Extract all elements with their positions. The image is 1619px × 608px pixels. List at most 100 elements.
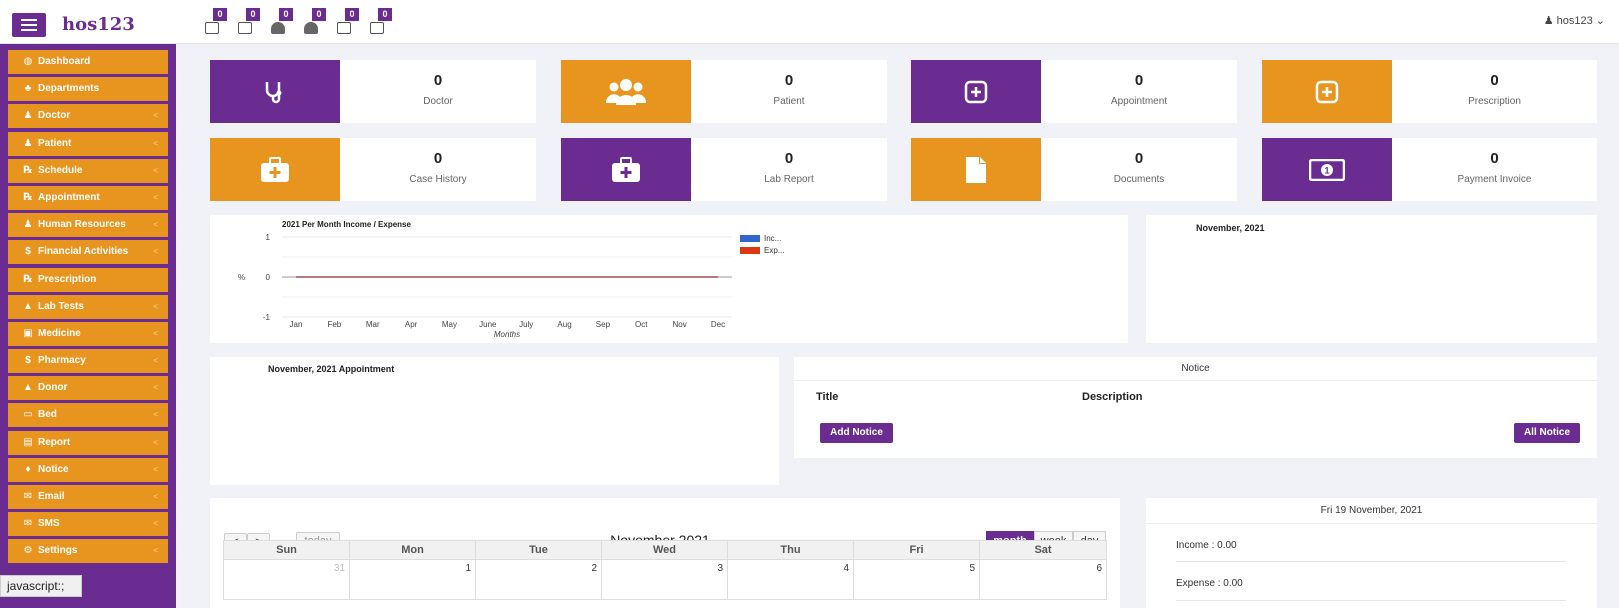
- add-notice-button[interactable]: Add Notice: [820, 423, 893, 443]
- user-menu[interactable]: ♟ hos123 ⌄: [1544, 14, 1605, 27]
- stat-value: 0: [433, 150, 443, 167]
- summary-date: Fri 19 November, 2021: [1146, 498, 1597, 524]
- calendar-day-cell[interactable]: 6: [980, 560, 1107, 600]
- weekday-header: Thu: [728, 540, 854, 560]
- dollar-icon: $: [25, 355, 31, 367]
- stethoscope-icon: ℞: [23, 164, 33, 176]
- stat-value: 0: [1490, 150, 1499, 167]
- weekday-header: Mon: [350, 540, 476, 560]
- stethoscope-icon: ℞: [23, 273, 33, 285]
- calendar-day-cell[interactable]: 2: [476, 560, 602, 600]
- money-icon: 1: [1262, 138, 1392, 201]
- medkit-icon: [561, 138, 691, 201]
- sidebar-item-label: SMS: [38, 518, 60, 530]
- stat-card-case-history[interactable]: 0 Case History: [210, 138, 536, 201]
- sidebar-item-prescription[interactable]: ℞ Prescription: [8, 267, 168, 292]
- calendar-day-cell[interactable]: 1: [350, 560, 476, 600]
- stat-value: 0: [1490, 72, 1499, 89]
- calendar-day-cell[interactable]: 3: [602, 560, 728, 600]
- calendar-day-cell[interactable]: 4: [728, 560, 854, 600]
- sidebar-item-email[interactable]: ✉ Email <: [8, 485, 168, 509]
- report-quick-icon[interactable]: 0: [370, 8, 394, 34]
- sidebar-item-label: Departments: [38, 83, 100, 95]
- sidebar-item-notice[interactable]: ♦ Notice <: [8, 457, 168, 482]
- sidebar-item-dashboard[interactable]: ◍ Dashboard: [8, 50, 168, 74]
- sidebar-item-pharmacy[interactable]: $ Pharmacy <: [8, 349, 168, 374]
- sidebar-item-settings[interactable]: ⚙ Settings <: [8, 539, 168, 564]
- stat-label: Prescription: [1468, 96, 1521, 107]
- stat-label: Patient: [773, 96, 805, 107]
- sidebar-item-label: Patient: [38, 137, 72, 149]
- chart-title: 2021 Per Month Income / Expense: [282, 220, 411, 229]
- sidebar-item-sms[interactable]: ✉ SMS <: [8, 512, 168, 537]
- sidebar-item-label: Appointment: [38, 191, 100, 203]
- quick-icons: 0 0 0 0 0 0: [205, 8, 394, 34]
- stat-card-doctor[interactable]: 0 Doctor: [210, 60, 536, 123]
- weekday-header: Fri: [854, 540, 980, 560]
- sidebar-item-lab-tests[interactable]: ▲ Lab Tests <: [8, 294, 168, 319]
- all-notice-button[interactable]: All Notice: [1514, 423, 1580, 443]
- chevron-left-icon: <: [153, 410, 158, 420]
- sidebar-item-label: Email: [38, 491, 65, 502]
- bed-quick-icon[interactable]: 0: [205, 8, 229, 34]
- money-quick-icon[interactable]: 0: [238, 8, 262, 34]
- sidebar-item-donor[interactable]: ▲ Donor <: [8, 376, 168, 401]
- x-tick-label: Apr: [405, 320, 418, 329]
- calendar-day-cell[interactable]: 5: [854, 560, 980, 600]
- stat-card-appointment[interactable]: 0 Appointment: [911, 60, 1237, 123]
- sidebar-item-bed[interactable]: ▭ Bed <: [8, 403, 168, 428]
- y-axis-label: %: [238, 273, 245, 282]
- x-tick-label: Mar: [366, 320, 380, 329]
- stethoscope-icon: [210, 60, 340, 123]
- sidebar-item-report[interactable]: ▤ Report <: [8, 430, 168, 455]
- notice-icon: ♦: [25, 463, 31, 475]
- count-badge: 0: [213, 8, 227, 21]
- count-badge: 0: [312, 8, 326, 21]
- stat-card-lab-report[interactable]: 0 Lab Report: [561, 138, 887, 201]
- flask-icon: ▲: [23, 300, 33, 312]
- sidebar-item-medicine[interactable]: ▣ Medicine <: [8, 321, 168, 346]
- stat-card-patient[interactable]: 0 Patient: [561, 60, 887, 123]
- legend-swatch: [740, 235, 760, 242]
- doctor-quick-icon[interactable]: 0: [271, 8, 295, 34]
- notice-column-description: Description: [1082, 391, 1143, 403]
- plus-square-icon: [1262, 60, 1392, 123]
- user-name: hos123 ⌄: [1556, 15, 1605, 27]
- medkit-quick-icon[interactable]: 0: [337, 8, 361, 34]
- sidebar-item-label: Lab Tests: [38, 300, 84, 312]
- x-tick-label: June: [479, 320, 497, 329]
- sidebar-item-schedule[interactable]: ℞ Schedule <: [8, 158, 168, 183]
- divider: [1176, 600, 1566, 601]
- plus-square-icon: [911, 60, 1041, 123]
- menu-toggle-button[interactable]: [12, 13, 46, 37]
- user-icon: ▲: [23, 382, 33, 394]
- report-icon: ▤: [23, 436, 33, 448]
- sidebar-item-appointment[interactable]: ℞ Appointment <: [8, 185, 168, 210]
- sidebar-item-label: Schedule: [38, 164, 83, 176]
- calendar-day-cell[interactable]: 31: [223, 560, 350, 600]
- sidebar-item-human-resources[interactable]: ♟ Human Resources <: [8, 213, 168, 238]
- sitemap-icon: ♣: [24, 83, 32, 95]
- sidebar-item-departments[interactable]: ♣ Departments: [8, 77, 168, 102]
- patient-quick-icon[interactable]: 0: [304, 8, 328, 34]
- y-tick-label: 0: [266, 273, 271, 282]
- sidebar-item-financial-activities[interactable]: $ Financial Activities <: [8, 240, 168, 265]
- stat-value: 0: [784, 150, 794, 167]
- sidebar-item-label: Human Resources: [38, 219, 126, 231]
- sidebar-item-doctor[interactable]: ♟ Doctor <: [8, 104, 168, 129]
- stat-card-payment-invoice[interactable]: 1 0 Payment Invoice: [1262, 138, 1597, 201]
- stat-card-documents[interactable]: 0 Documents: [911, 138, 1237, 201]
- sidebar-item-patient[interactable]: ♟ Patient <: [8, 131, 168, 156]
- chevron-left-icon: <: [153, 492, 158, 501]
- x-tick-label: Sep: [596, 320, 611, 329]
- stat-card-prescription[interactable]: 0 Prescription: [1262, 60, 1597, 123]
- sidebar-item-label: Report: [38, 436, 71, 448]
- legend-swatch: [740, 247, 760, 254]
- sidebar-item-label: Bed: [38, 409, 57, 421]
- daily-summary-panel: Fri 19 November, 2021 Income : 0.00 Expe…: [1146, 498, 1597, 608]
- envelope-icon: ✉: [23, 491, 33, 502]
- app-title[interactable]: hos123: [62, 14, 135, 35]
- link-status-tooltip: javascript:;: [0, 575, 82, 597]
- chevron-left-icon: <: [153, 247, 158, 257]
- medkit-icon: [210, 138, 340, 201]
